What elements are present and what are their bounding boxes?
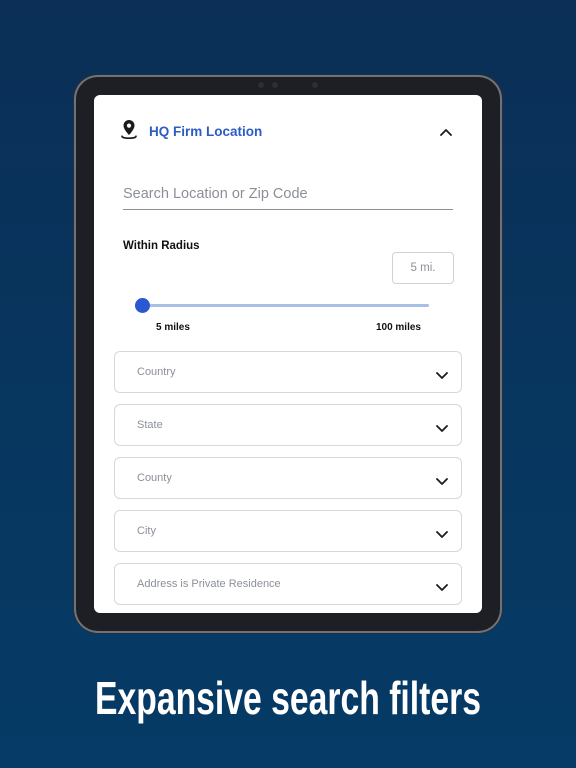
radius-value-input[interactable]: 5 mi. [392,252,454,284]
slider-track[interactable] [142,304,429,307]
camera-dot [312,82,318,88]
location-search-input[interactable] [123,179,453,210]
radius-slider[interactable] [135,298,429,314]
camera-dot [258,82,264,88]
dropdown-label: City [137,525,156,537]
county-dropdown[interactable]: County [114,457,462,499]
hq-location-header[interactable]: HQ Firm Location [121,119,466,143]
chevron-down-icon[interactable] [436,526,448,544]
private-residence-dropdown[interactable]: Address is Private Residence [114,563,462,605]
app-screen: HQ Firm Location Within Radius 5 mi. 5 m… [94,95,482,613]
chevron-down-icon[interactable] [436,367,448,385]
location-pin-icon [121,119,137,144]
headline-text: Expansive search filters [95,672,481,724]
state-dropdown[interactable]: State [114,404,462,446]
location-filter-card: HQ Firm Location Within Radius 5 mi. 5 m… [106,95,470,613]
chevron-down-icon[interactable] [436,420,448,438]
dropdown-label: State [137,419,163,431]
chevron-down-icon[interactable] [436,473,448,491]
hq-location-title: HQ Firm Location [149,123,263,139]
dropdown-label: Address is Private Residence [137,578,281,590]
slider-max-label: 100 miles [375,322,421,333]
dropdown-label: County [137,472,172,484]
slider-thumb[interactable] [135,298,150,313]
slider-min-label: 5 miles [156,322,190,333]
chevron-down-icon[interactable] [436,579,448,597]
headline-banner: Expansive search filters [95,672,481,724]
within-radius-label: Within Radius [123,240,200,252]
tablet-frame: HQ Firm Location Within Radius 5 mi. 5 m… [76,77,500,631]
dropdown-label: Country [137,366,176,378]
city-dropdown[interactable]: City [114,510,462,552]
chevron-up-icon[interactable] [440,123,452,141]
country-dropdown[interactable]: Country [114,351,462,393]
camera-dot [272,82,278,88]
